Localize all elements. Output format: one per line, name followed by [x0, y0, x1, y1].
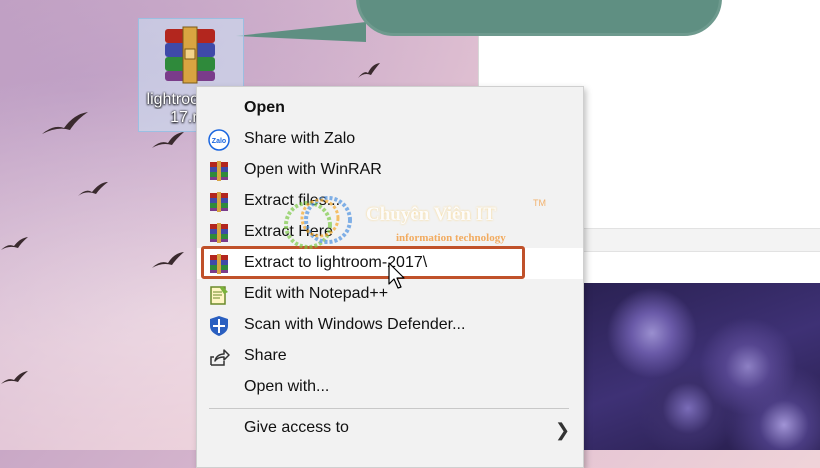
share-icon: [207, 345, 231, 369]
bird-silhouette: [152, 132, 184, 148]
menu-item-label: Give access to: [244, 419, 349, 436]
menu-separator: [209, 408, 569, 409]
watermark-trademark: TM: [533, 198, 546, 208]
bird-silhouette: [78, 182, 108, 196]
menu-item-label: Open with...: [244, 378, 330, 395]
winrar-icon: [207, 221, 231, 245]
menu-item-label: Share with Zalo: [244, 130, 356, 147]
chevron-right-icon: ❯: [555, 420, 571, 440]
bird-silhouette: [42, 112, 88, 134]
bird-silhouette: [152, 252, 184, 268]
bird-silhouette: [358, 63, 380, 78]
watermark-logo: Chuyên Viên IT TM information technology: [278, 190, 568, 260]
winrar-archive-icon: [165, 26, 215, 84]
winrar-icon: [207, 159, 231, 183]
menu-item-open[interactable]: Open: [197, 93, 583, 124]
watermark-title: Chuyên Viên IT: [366, 204, 496, 225]
speech-bubble-tail: [236, 22, 366, 42]
zalo-icon: Zalo: [207, 128, 231, 152]
bird-silhouette: [1, 237, 28, 250]
bird-silhouette: [1, 371, 28, 384]
menu-item-label: Scan with Windows Defender...: [244, 316, 466, 333]
menu-item-share-with-zalo[interactable]: Zalo Share with Zalo: [197, 124, 583, 155]
menu-item-share[interactable]: Share: [197, 341, 583, 372]
windows-defender-icon: [207, 314, 231, 338]
menu-item-open-with-winrar[interactable]: Open with WinRAR: [197, 155, 583, 186]
mouse-cursor-icon: [388, 262, 405, 289]
winrar-icon: [207, 190, 231, 214]
svg-text:Zalo: Zalo: [212, 138, 226, 145]
photo-thumbnail: [580, 283, 820, 450]
menu-item-give-access-to[interactable]: Give access to ❯: [197, 413, 583, 444]
watermark-subtitle: information technology: [396, 232, 506, 244]
menu-item-label: Edit with Notepad++: [244, 285, 389, 302]
menu-item-label: Share: [244, 347, 287, 364]
notepad-plus-plus-icon: [207, 283, 231, 307]
menu-item-label: Open with WinRAR: [244, 161, 382, 178]
menu-item-open-with[interactable]: Open with...: [197, 372, 583, 403]
watermark-circles-icon: [284, 196, 352, 249]
speech-bubble: [356, 0, 722, 36]
menu-item-scan-with-windows-defender[interactable]: Scan with Windows Defender...: [197, 310, 583, 341]
menu-item-label: Open: [244, 99, 285, 116]
